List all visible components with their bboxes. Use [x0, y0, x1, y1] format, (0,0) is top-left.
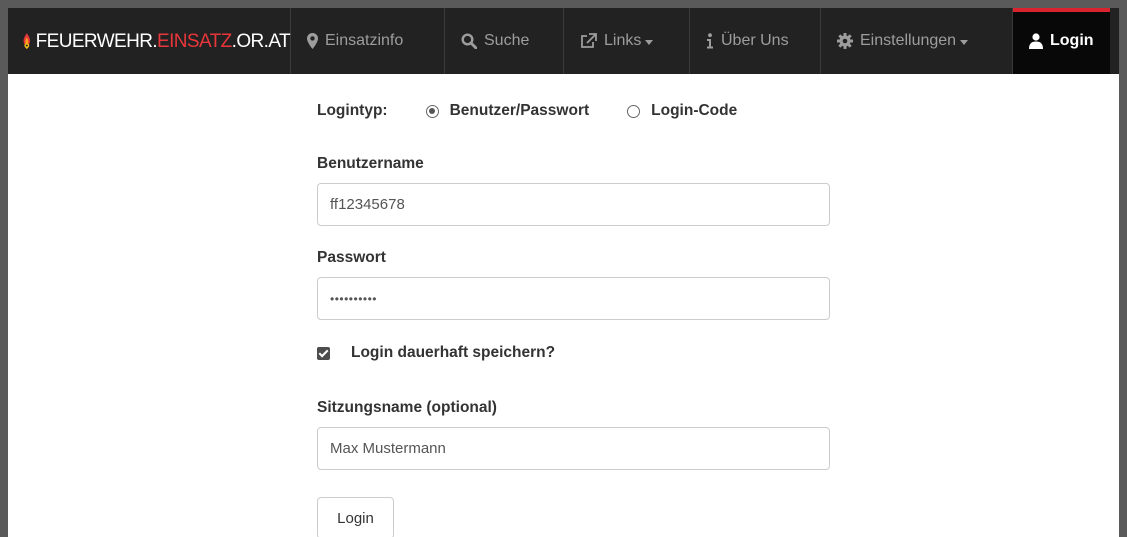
nav-ueber-uns-label: Über Uns — [721, 32, 789, 49]
radio-login-code-label: Login-Code — [651, 102, 738, 119]
flame-pin-icon — [23, 33, 31, 50]
user-icon — [1029, 33, 1043, 49]
nav-suche-label: Suche — [484, 32, 530, 49]
nav-suche[interactable]: Suche — [445, 8, 564, 74]
radio-login-code[interactable]: Login-Code — [627, 102, 737, 120]
nav-login[interactable]: Login — [1013, 8, 1110, 74]
brand-text-3: .OR.AT — [231, 30, 291, 52]
nav-einsatzinfo[interactable]: Einsatzinfo — [291, 8, 445, 74]
nav-links-dropdown[interactable]: Links — [564, 8, 690, 74]
radio-checked-icon[interactable] — [425, 104, 439, 118]
brand-text-2: EINSATZ — [157, 30, 232, 52]
session-name-input[interactable]: Max Mustermann — [317, 427, 830, 470]
nav-ueber-uns[interactable]: Über Uns — [690, 8, 821, 74]
page-frame: FEUERWEHR.EINSATZ.OR.AT Einsatzinfo Such… — [8, 8, 1119, 537]
checkbox-checked-icon[interactable] — [317, 346, 330, 360]
login-button[interactable]: Login — [317, 497, 394, 537]
username-label: Benutzername — [317, 155, 424, 172]
map-marker-icon — [307, 33, 318, 49]
info-icon — [707, 33, 713, 49]
nav-login-label: Login — [1050, 32, 1094, 49]
logintyp-row: Logintyp: Benutzer/Passwort Login-Code — [317, 102, 737, 120]
navbar: FEUERWEHR.EINSATZ.OR.AT Einsatzinfo Such… — [8, 8, 1119, 74]
session-name-label: Sitzungsname (optional) — [317, 399, 497, 416]
external-link-icon — [581, 33, 597, 48]
gear-icon — [837, 33, 853, 49]
remember-login-label: Login dauerhaft speichern? — [351, 344, 556, 361]
nav-einstellungen-label: Einstellungen — [860, 32, 957, 49]
caret-down-icon — [645, 39, 654, 45]
radio-benutzer-passwort[interactable]: Benutzer/Passwort — [425, 102, 590, 120]
brand-logo[interactable]: FEUERWEHR.EINSATZ.OR.AT — [8, 8, 291, 74]
radio-benutzer-passwort-label: Benutzer/Passwort — [449, 102, 590, 119]
remember-login-row[interactable]: Login dauerhaft speichern? — [317, 344, 555, 362]
logintyp-label: Logintyp: — [317, 102, 388, 119]
brand-text-1: FEUERWEHR. — [35, 30, 158, 52]
nav-links-label: Links — [604, 32, 642, 49]
search-icon — [461, 33, 477, 49]
password-input[interactable]: •••••••••• — [317, 277, 830, 320]
nav-einsatzinfo-label: Einsatzinfo — [325, 32, 404, 49]
password-label: Passwort — [317, 249, 386, 266]
username-input[interactable]: ff12345678 — [317, 183, 830, 226]
nav-einstellungen-dropdown[interactable]: Einstellungen — [821, 8, 1013, 74]
radio-unchecked-icon[interactable] — [627, 104, 641, 118]
caret-down-icon — [960, 39, 969, 45]
